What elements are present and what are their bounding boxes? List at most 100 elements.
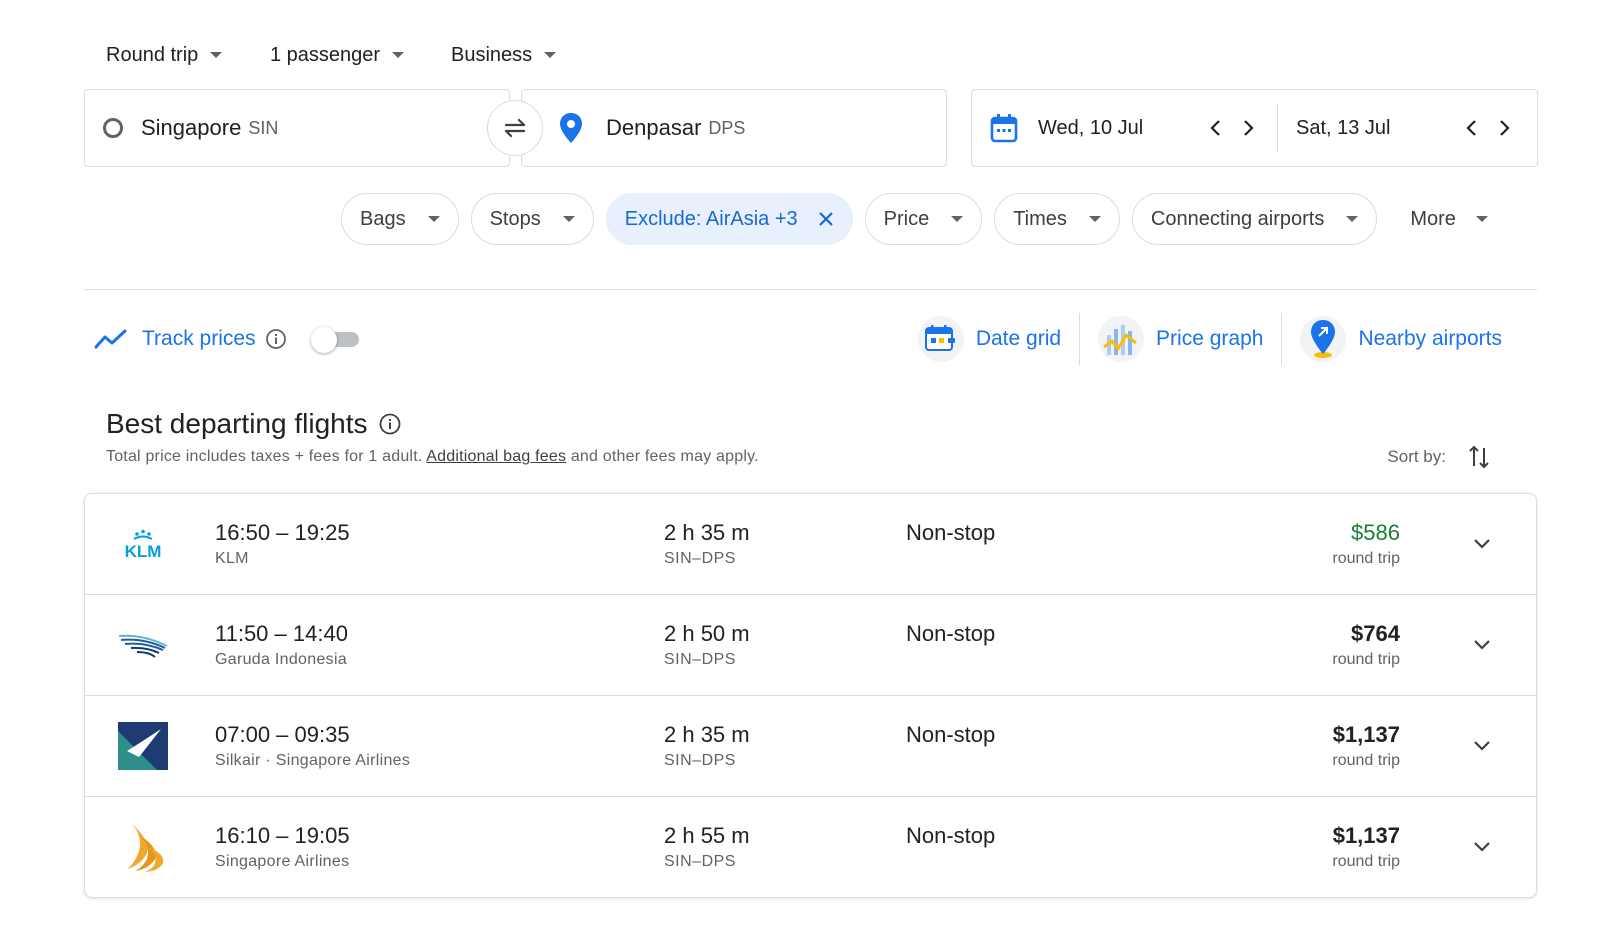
next-depart-date-button[interactable] [1232, 119, 1266, 137]
sort-label: Sort by: [1387, 447, 1446, 466]
klm-logo-text: KLM [125, 542, 162, 559]
close-icon[interactable] [818, 211, 834, 227]
flight-times: 16:10 – 19:05 [215, 823, 350, 848]
return-date-field[interactable]: Sat, 13 Jul [1278, 104, 1537, 152]
depart-date-field[interactable]: Wed, 10 Jul [972, 104, 1278, 152]
caret-down-icon [1475, 216, 1488, 222]
date-grid-icon [917, 316, 964, 362]
filter-connecting-airports[interactable]: Connecting airports [1131, 193, 1378, 245]
price-note: Total price includes taxes + fees for 1 … [106, 448, 759, 466]
flight-times: 07:00 – 09:35 [215, 722, 350, 747]
filter-chips: Bags Stops Exclude: AirAsia +3 Price Tim… [341, 193, 1489, 245]
airline-name: Silkair · Singapore Airlines [215, 752, 411, 769]
flight-route: SIN–DPS [664, 853, 736, 870]
depart-date: Wed, 10 Jul [1038, 116, 1144, 139]
chevron-right-icon [1244, 120, 1254, 136]
caret-down-icon [951, 216, 964, 222]
price-note: round trip [1332, 550, 1400, 567]
cabin-class-select[interactable]: Business [451, 43, 557, 67]
flight-route: SIN–DPS [664, 550, 736, 567]
destination-field[interactable]: Denpasar DPS [521, 89, 947, 167]
flight-price: $1,137 [1332, 823, 1400, 848]
track-prices: Track prices [94, 322, 361, 356]
price-note: round trip [1332, 752, 1400, 769]
flight-duration: 2 h 35 m [664, 520, 750, 545]
info-icon[interactable] [265, 328, 287, 350]
dates-field: Wed, 10 Jul Sat, 13 Jul [971, 89, 1538, 167]
nearby-airports-icon [1300, 316, 1347, 362]
date-grid-button[interactable]: Date grid [900, 312, 1079, 366]
flight-row[interactable]: 11:50 – 14:40 Garuda Indonesia 2 h 50 m … [85, 595, 1536, 696]
nearby-airports-button[interactable]: Nearby airports [1282, 312, 1520, 366]
calendar-icon [990, 114, 1018, 143]
prev-return-date-button[interactable] [1454, 119, 1488, 137]
flight-duration: 2 h 35 m [664, 722, 750, 747]
filter-stops[interactable]: Stops [470, 193, 594, 245]
filter-label: Times [1013, 207, 1067, 230]
caret-down-icon [562, 216, 575, 222]
garuda-logo-icon [117, 619, 169, 671]
expand-button[interactable] [1468, 833, 1496, 861]
section-header: Best departing flights [106, 408, 402, 440]
filter-times[interactable]: Times [994, 193, 1120, 245]
flight-duration: 2 h 55 m [664, 823, 750, 848]
trip-type-label: Round trip [106, 43, 199, 66]
price-note-suffix: and other fees may apply. [570, 448, 759, 465]
expand-button[interactable] [1468, 631, 1496, 659]
expand-button[interactable] [1468, 530, 1496, 558]
chevron-left-icon [1466, 120, 1476, 136]
filter-exclude-airlines[interactable]: Exclude: AirAsia +3 [605, 193, 853, 245]
expand-button[interactable] [1468, 732, 1496, 760]
origin-field[interactable]: Singapore SIN [84, 89, 510, 167]
price-graph-button[interactable]: Price graph [1080, 312, 1281, 366]
chevron-down-icon [1474, 539, 1490, 549]
flight-tools: Date grid Price graph Nearby airports [900, 312, 1520, 366]
swap-button[interactable] [487, 100, 543, 156]
flight-duration: 2 h 50 m [664, 621, 750, 646]
section-divider [84, 289, 1537, 290]
flight-times: 11:50 – 14:40 [215, 621, 348, 646]
cabin-class-label: Business [451, 43, 533, 66]
flight-stops: Non-stop [906, 722, 996, 747]
filter-price[interactable]: Price [864, 193, 983, 245]
chevron-down-icon [1474, 741, 1490, 751]
filter-label: Price [883, 207, 930, 230]
flight-stops: Non-stop [906, 823, 996, 848]
swap-arrows-icon [504, 118, 526, 138]
airline-name: Garuda Indonesia [215, 651, 348, 668]
caret-down-icon [1346, 216, 1359, 222]
trip-type-select[interactable]: Round trip [106, 44, 270, 67]
chevron-right-icon [1500, 120, 1510, 136]
track-prices-toggle[interactable] [310, 322, 361, 356]
sort-control[interactable]: Sort by: [1387, 444, 1490, 470]
flight-row[interactable]: KLM 16:50 – 19:25 KLM 2 h 35 m SIN–DPS N… [85, 494, 1536, 595]
destination-city: Denpasar [606, 115, 702, 140]
price-note-text: Total price includes taxes + fees for 1 … [106, 448, 423, 465]
caret-down-icon [427, 216, 440, 222]
filter-label: Connecting airports [1150, 207, 1325, 230]
next-return-date-button[interactable] [1488, 119, 1522, 137]
flight-price: $764 [1351, 621, 1400, 646]
page-title: Best departing flights [106, 408, 368, 439]
filter-label: Bags [360, 207, 406, 230]
origin-circle-icon [103, 118, 123, 138]
flight-row[interactable]: 07:00 – 09:35 Silkair · Singapore Airlin… [85, 696, 1536, 797]
price-graph-icon [1098, 316, 1145, 362]
bag-fees-link[interactable]: Additional bag fees [426, 448, 566, 465]
location-pin-icon [560, 113, 582, 143]
info-icon[interactable] [378, 412, 402, 436]
flight-row[interactable]: 16:10 – 19:05 Singapore Airlines 2 h 55 … [85, 797, 1536, 897]
top-selectors: Round trip 1 passenger Business [106, 40, 557, 70]
caret-down-icon [1088, 216, 1101, 222]
flight-route: SIN–DPS [664, 752, 736, 769]
filter-bags[interactable]: Bags [341, 193, 459, 245]
filter-more[interactable]: More [1389, 193, 1489, 245]
chevron-down-icon [1474, 842, 1490, 852]
airline-name: Singapore Airlines [215, 853, 350, 870]
passengers-select[interactable]: 1 passenger [270, 44, 451, 67]
origin-code: SIN [248, 117, 279, 138]
klm-logo-icon: KLM [117, 518, 169, 570]
date-grid-label: Date grid [975, 327, 1062, 350]
flight-price: $1,137 [1332, 722, 1400, 747]
prev-depart-date-button[interactable] [1198, 119, 1232, 137]
